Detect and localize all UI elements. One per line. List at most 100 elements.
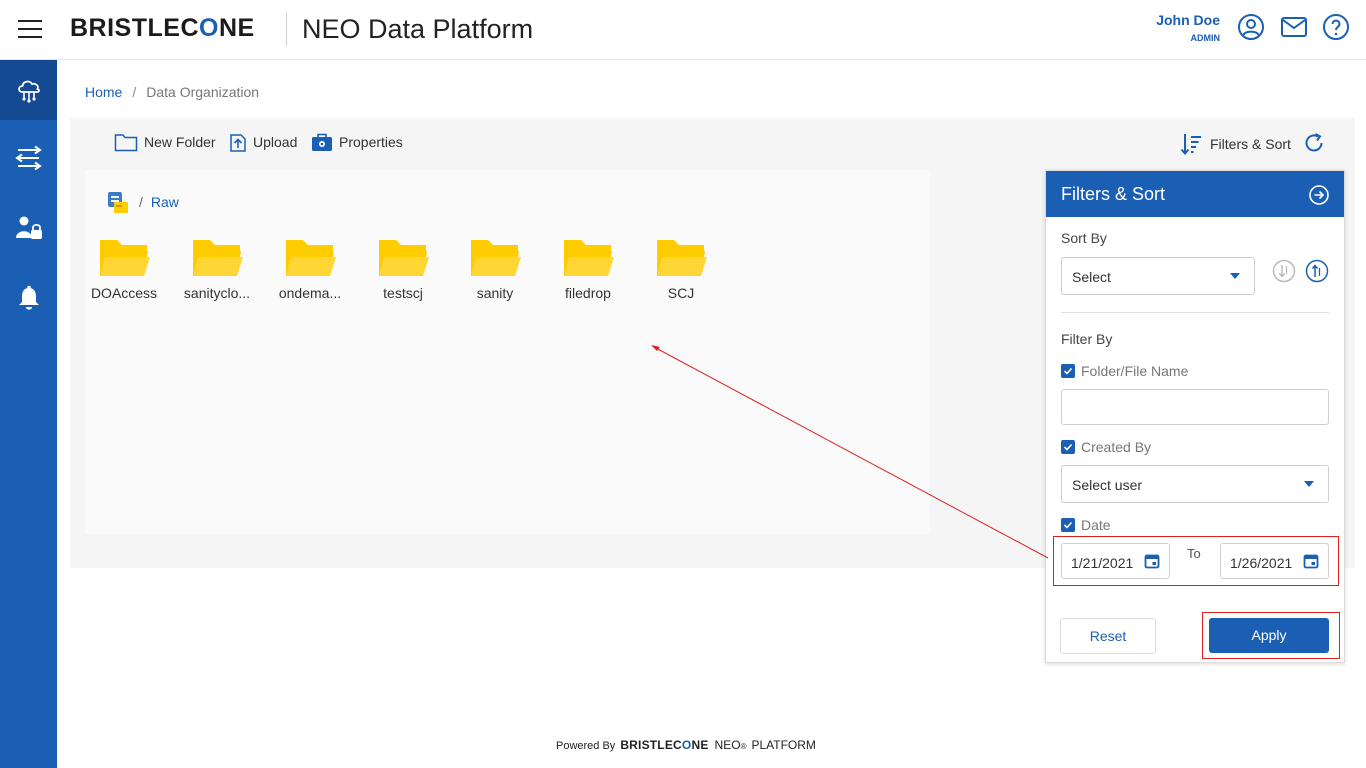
name-filter-label: Folder/File Name [1081,363,1189,379]
footer: Powered By BRISTLECONE NEO ® PLATFORM [556,738,816,752]
date-label: Date [1081,517,1111,533]
user-role: ADMIN [1190,33,1221,43]
new-folder-button[interactable]: New Folder [114,132,216,152]
folder-item[interactable]: sanityclo... [177,238,257,301]
folder-icon [657,240,707,276]
footer-brand-logo: BRISTLECONE [620,738,709,752]
user-profile-icon[interactable] [1237,13,1265,41]
footer-neo: NEO [714,738,741,752]
folder-name: DOAccess [90,285,158,301]
reset-button[interactable]: Reset [1060,618,1156,654]
folder-name: testscj [383,285,423,301]
sort-by-label: Sort By [1061,230,1107,246]
check-icon [1063,443,1073,451]
filter-panel-title: Filters & Sort [1061,184,1166,204]
user-select-value: Select user [1072,477,1143,493]
folder-icon [379,240,429,276]
filter-panel-header: Filters & Sort [1046,171,1344,217]
chevron-down-icon [1230,273,1240,279]
annotation-highlight-date [1053,536,1339,586]
checkbox-checked[interactable] [1061,518,1075,532]
sidebar-item-pipelines[interactable] [0,128,57,188]
user-select[interactable]: Select user [1061,465,1329,503]
refresh-icon[interactable] [1303,132,1325,154]
collapse-panel-icon[interactable] [1308,184,1330,206]
folder-icon [564,240,614,276]
app-title: NEO Data Platform [302,14,534,44]
sidebar [0,60,57,768]
path-current[interactable]: Raw [151,194,179,210]
briefcase-icon [312,133,332,151]
sidebar-item-notifications[interactable] [0,268,57,328]
sort-ascending-icon[interactable] [1305,259,1329,283]
filters-sort-panel: Filters & Sort Sort By Select Filter By … [1045,170,1345,663]
properties-button[interactable]: Properties [311,132,403,152]
panel-divider [1061,312,1329,313]
user-lock-icon [15,216,42,239]
breadcrumb: Home / Data Organization [85,84,259,100]
properties-label: Properties [339,134,403,150]
sidebar-item-user-access[interactable] [0,198,57,258]
folder-name: sanity [476,285,514,301]
sort-by-value: Select [1072,269,1111,285]
breadcrumb-current: Data Organization [146,84,260,100]
bell-icon [18,285,39,310]
cloud-network-icon [17,80,40,103]
folder-path: / Raw [105,190,179,214]
user-info[interactable]: John Doe ADMIN [1156,12,1220,43]
file-browser-panel: / Raw DOAccess sanityclo... ondema... te… [85,170,930,534]
folder-item[interactable]: filedrop [548,238,628,301]
footer-platform: PLATFORM [751,738,816,752]
check-icon [1063,521,1073,529]
data-lake-icon[interactable] [105,190,129,214]
name-filter-input[interactable] [1061,389,1329,425]
created-by-label: Created By [1081,439,1152,455]
upload-icon [230,134,246,152]
upload-button[interactable]: Upload [229,132,297,152]
folder-name: sanityclo... [183,285,251,301]
folder-name: SCJ [667,285,695,301]
app-header: BRISTLECONE NEO Data Platform John Doe A… [0,0,1366,60]
upload-label: Upload [253,134,298,150]
sort-descending-icon[interactable] [1272,259,1296,283]
mail-icon[interactable] [1280,13,1308,41]
folder-name: ondema... [278,285,342,301]
powered-by-label: Powered By [556,740,616,752]
folder-item[interactable]: SCJ [641,238,721,301]
breadcrumb-separator: / [132,84,137,100]
filters-sort-label: Filters & Sort [1210,136,1291,152]
filter-by-label: Filter By [1061,331,1113,347]
folder-icon [286,240,336,276]
folder-item[interactable]: ondema... [270,238,350,301]
path-separator: / [139,194,143,210]
flow-arrows-icon [14,145,42,171]
registered-mark: ® [740,742,747,751]
user-name: John Doe [1156,12,1220,28]
name-filter-checkbox: Folder/File Name [1061,363,1188,379]
date-checkbox: Date [1061,517,1111,533]
breadcrumb-home[interactable]: Home [85,84,122,100]
folder-item[interactable]: testscj [363,238,443,301]
menu-icon[interactable] [18,20,42,40]
check-icon [1063,367,1073,375]
filters-sort-button[interactable]: Filters & Sort [1180,132,1291,156]
checkbox-checked[interactable] [1061,364,1075,378]
sidebar-item-data-organization[interactable] [0,60,57,120]
annotation-highlight-apply [1202,612,1340,659]
folder-icon [193,240,243,276]
folder-item[interactable]: DOAccess [84,238,164,301]
folder-icon [471,240,521,276]
sort-by-select[interactable]: Select [1061,257,1255,295]
folder-name: filedrop [565,285,611,301]
folder-outline-icon [114,134,138,152]
chevron-down-icon [1304,481,1314,487]
header-divider [286,12,287,46]
folder-icon [100,240,150,276]
new-folder-label: New Folder [144,134,216,150]
bristlecone-logo: BRISTLECONE [70,14,255,42]
checkbox-checked[interactable] [1061,440,1075,454]
folder-item[interactable]: sanity [455,238,535,301]
help-icon[interactable] [1322,13,1350,41]
created-by-checkbox: Created By [1061,439,1151,455]
sort-filter-icon [1180,134,1201,156]
